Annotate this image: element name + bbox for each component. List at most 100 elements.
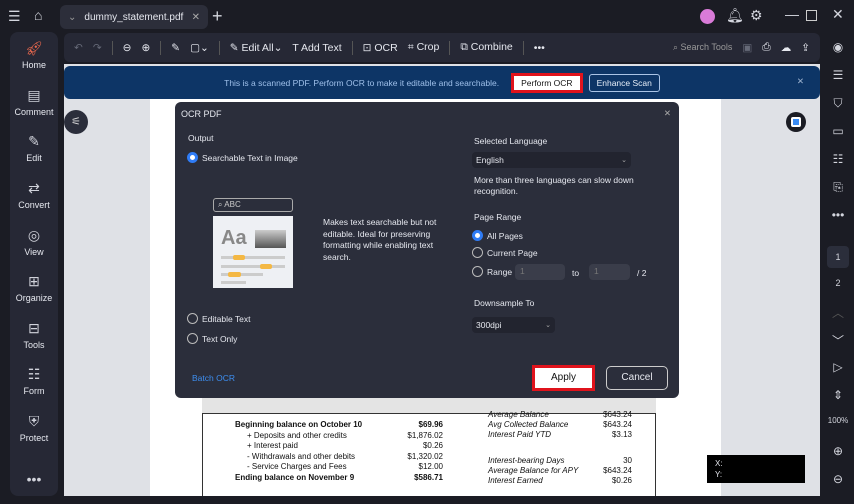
summary-label: Avg Collected Balance	[488, 420, 569, 429]
more-icon[interactable]: •••	[10, 455, 58, 502]
add-text-button[interactable]: T Add Text	[292, 42, 341, 54]
gear-icon[interactable]: ⚙	[750, 7, 763, 24]
close-banner-icon[interactable]: ✕	[797, 76, 804, 87]
document-tab[interactable]: ⌄ dummy_statement.pdf ✕	[60, 5, 208, 29]
zoom-out-icon[interactable]: ⊖	[123, 42, 132, 54]
preview-search-box: ⌕ ABC	[213, 198, 293, 212]
perform-ocr-button[interactable]: Perform OCR	[511, 72, 583, 93]
summary-value: $643.24	[603, 420, 632, 429]
sidebar-item-tools[interactable]: ⊟ Tools	[10, 312, 58, 359]
summary-label: Interest Earned	[488, 476, 543, 485]
range-total: / 2	[637, 268, 647, 278]
sidebar-item-label: Organize	[15, 293, 53, 304]
adjust-icon[interactable]: ⚟	[64, 110, 88, 134]
edit-all-button[interactable]: ✎ Edit All⌄	[230, 42, 283, 54]
sidebar-item-label: Form	[23, 386, 45, 397]
avatar[interactable]	[700, 9, 715, 24]
shape-icon[interactable]: ▢⌄	[190, 42, 209, 54]
minimize-icon[interactable]: —	[785, 6, 799, 22]
search-tools[interactable]: ⌕ Search Tools	[673, 42, 732, 53]
option-searchable-text[interactable]: Searchable Text in Image	[187, 152, 298, 163]
range-all-pages[interactable]: All Pages	[472, 230, 523, 241]
more-panels-icon[interactable]: •••	[822, 208, 854, 222]
form-fields-icon[interactable]: ☷	[822, 152, 854, 166]
home-icon[interactable]: ⌂	[34, 7, 42, 23]
range-custom[interactable]: Range	[472, 266, 512, 277]
redo-icon[interactable]: ↷	[93, 42, 102, 54]
enhance-scan-button[interactable]: Enhance Scan	[588, 73, 660, 92]
option-editable-text[interactable]: Editable Text	[187, 313, 251, 324]
rocket-icon: 🚀︎	[25, 40, 43, 57]
shield-icon: ⛨	[28, 413, 40, 430]
undo-icon[interactable]: ↶	[74, 42, 83, 54]
ocr-button[interactable]: ⊡ OCR	[363, 42, 398, 54]
language-label: Selected Language	[474, 136, 548, 146]
sidebar-item-label: Edit	[26, 153, 42, 164]
close-dialog-icon[interactable]: ✕	[664, 108, 671, 119]
language-note: More than three languages can slow down …	[474, 175, 634, 196]
close-tab-icon[interactable]: ✕	[192, 12, 200, 23]
print-icon[interactable]: ⎙	[762, 41, 770, 54]
statement-label: - Service Charges and Fees	[247, 462, 347, 471]
upload-cloud-icon[interactable]: ☁	[781, 42, 792, 54]
statement-amount: $69.96	[418, 420, 443, 429]
page-down-icon[interactable]: ﹀	[822, 332, 854, 349]
downsample-select[interactable]: 300dpi ⌄	[472, 317, 555, 333]
range-from-input[interactable]: 1	[515, 264, 565, 280]
sidebar-item-comment[interactable]: ▤ Comment	[10, 79, 58, 126]
coordinates-readout: X: Y:	[707, 455, 805, 483]
select-cursor-icon[interactable]: ▷	[822, 360, 854, 374]
crop-button[interactable]: ⌗ Crop	[408, 41, 440, 54]
language-select[interactable]: English ⌄	[472, 152, 631, 168]
batch-ocr-link[interactable]: Batch OCR	[192, 373, 235, 383]
statement-label: - Withdrawals and other debits	[247, 451, 356, 461]
share-icon[interactable]: ⇪	[801, 42, 810, 54]
page-1-button[interactable]: 1	[827, 246, 849, 268]
sidebar-item-label: Protect	[19, 433, 49, 444]
bell-icon[interactable]: 🔔︎	[726, 7, 744, 24]
close-window-icon[interactable]: ✕	[832, 6, 844, 23]
fit-page-icon[interactable]: ⇕	[822, 388, 854, 402]
ai-toggle-icon[interactable]	[786, 112, 806, 132]
combine-button[interactable]: ⧉ Combine	[460, 41, 512, 54]
zoom-out-icon[interactable]: ⊖	[822, 472, 854, 486]
sidebar-item-convert[interactable]: ⇄ Convert	[10, 172, 58, 219]
range-current-page[interactable]: Current Page	[472, 247, 538, 258]
range-to-input[interactable]: 1	[589, 264, 630, 280]
banner-message: This is a scanned PDF. Perform OCR to ma…	[224, 77, 500, 88]
menu-icon[interactable]: ☰	[8, 8, 21, 25]
sidebar-item-home[interactable]: 🚀︎ Home	[10, 32, 58, 79]
more-tools-icon[interactable]: •••	[534, 42, 545, 54]
sidebar-item-label: Tools	[23, 339, 45, 350]
page-up-icon[interactable]: ︿	[822, 304, 854, 321]
statement-label: Beginning balance on October 10	[235, 420, 363, 429]
range-to-label: to	[572, 268, 580, 278]
summary-label: Average Balance	[488, 410, 549, 419]
comments-icon[interactable]: ▭	[822, 124, 854, 138]
save-icon[interactable]: ▣	[742, 42, 752, 54]
zoom-level[interactable]: 100%	[822, 416, 854, 425]
apply-button[interactable]: Apply	[532, 365, 595, 391]
maximize-icon[interactable]	[806, 10, 817, 21]
option-text-only[interactable]: Text Only	[187, 333, 237, 344]
ai-assistant-icon[interactable]: ◉	[822, 40, 854, 54]
zoom-in-icon[interactable]: ⊕	[822, 444, 854, 458]
sidebar-item-form[interactable]: ☷ Form	[10, 358, 58, 405]
sidebar-item-protect[interactable]: ⛨ Protect	[10, 405, 58, 452]
new-tab-icon[interactable]: +	[212, 6, 223, 27]
title-bar: ☰ ⌂ ⌄ dummy_statement.pdf ✕ + 🔔︎ ⚙ — ✕	[0, 0, 854, 32]
page-2-button[interactable]: 2	[822, 278, 854, 288]
sidebar-item-organize[interactable]: ⊞ Organize	[10, 265, 58, 312]
sidebar-item-edit[interactable]: ✎ Edit	[10, 125, 58, 172]
page-range-label: Page Range	[474, 212, 522, 222]
bookmark-icon[interactable]: ⛉	[822, 96, 854, 111]
highlight-icon[interactable]: ✎	[171, 42, 180, 54]
attachment-icon[interactable]: ⎘	[822, 180, 854, 195]
statement-label: + Deposits and other credits	[247, 430, 347, 440]
thumbnails-icon[interactable]: ☰	[822, 68, 854, 82]
convert-icon: ⇄	[28, 180, 40, 197]
zoom-in-icon[interactable]: ⊕	[141, 42, 150, 54]
sidebar-item-view[interactable]: ◎ View	[10, 218, 58, 265]
output-description: Makes text searchable but not editable. …	[323, 217, 437, 262]
cancel-button[interactable]: Cancel	[606, 366, 668, 390]
